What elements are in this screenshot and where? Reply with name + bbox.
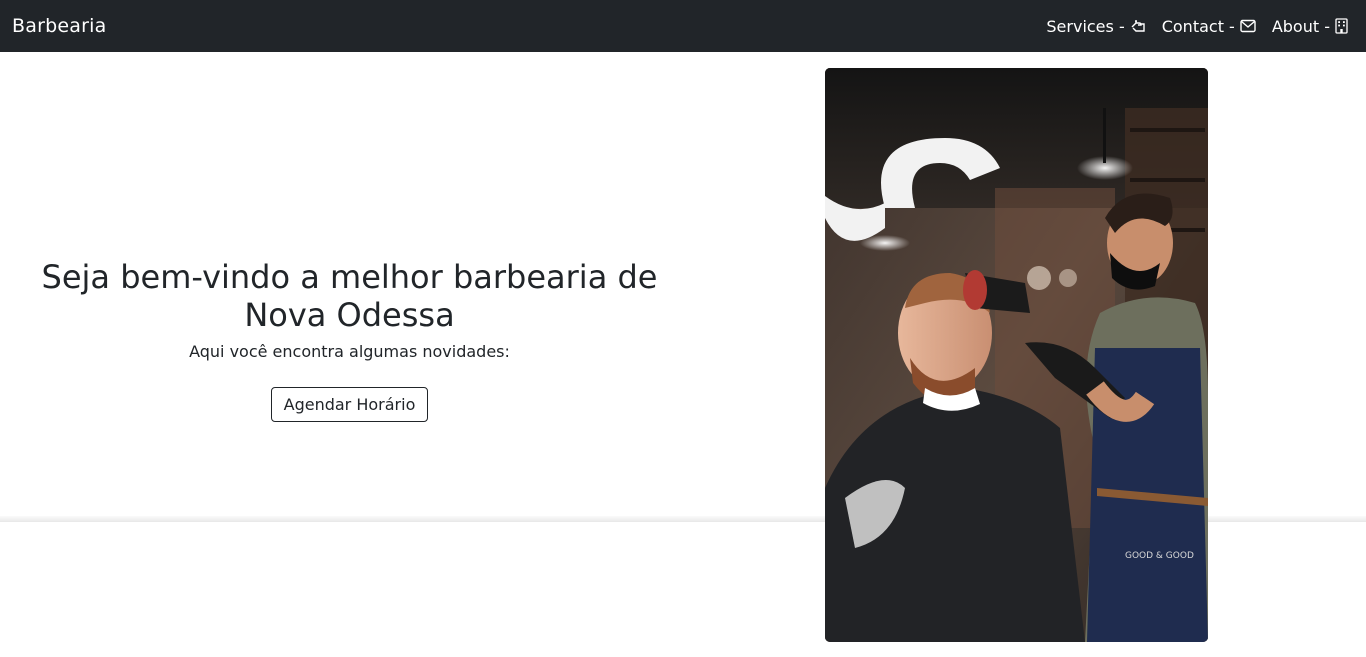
nav-link-contact[interactable]: Contact -	[1162, 17, 1256, 36]
building-icon	[1335, 18, 1348, 34]
nav-link-contact-label: Contact -	[1161, 16, 1235, 36]
nav-link-about[interactable]: About -	[1272, 17, 1348, 36]
nav-link-services[interactable]: Services -	[1046, 17, 1145, 36]
brand-link[interactable]: Barbearia	[12, 15, 106, 37]
barber-haircut-photo: GOOD & GOOD	[825, 68, 1208, 642]
hero-title: Seja bem-vindo a melhor barbearia de Nov…	[41, 258, 658, 334]
svg-text:GOOD & GOOD: GOOD & GOOD	[1125, 551, 1194, 561]
hero-section: Seja bem-vindo a melhor barbearia de Nov…	[20, 258, 679, 422]
nav-links: Services - Contact - About -	[1046, 17, 1354, 36]
nav-link-services-label: Services -	[1046, 16, 1125, 36]
hero-subtitle: Aqui você encontra algumas novidades:	[189, 342, 510, 361]
nav-link-about-label: About -	[1271, 16, 1330, 36]
envelope-icon	[1240, 19, 1256, 33]
top-navbar: Barbearia Services - Contact - About -	[0, 0, 1366, 52]
bell-service-icon	[1130, 18, 1146, 34]
schedule-appointment-button[interactable]: Agendar Horário	[270, 387, 429, 422]
